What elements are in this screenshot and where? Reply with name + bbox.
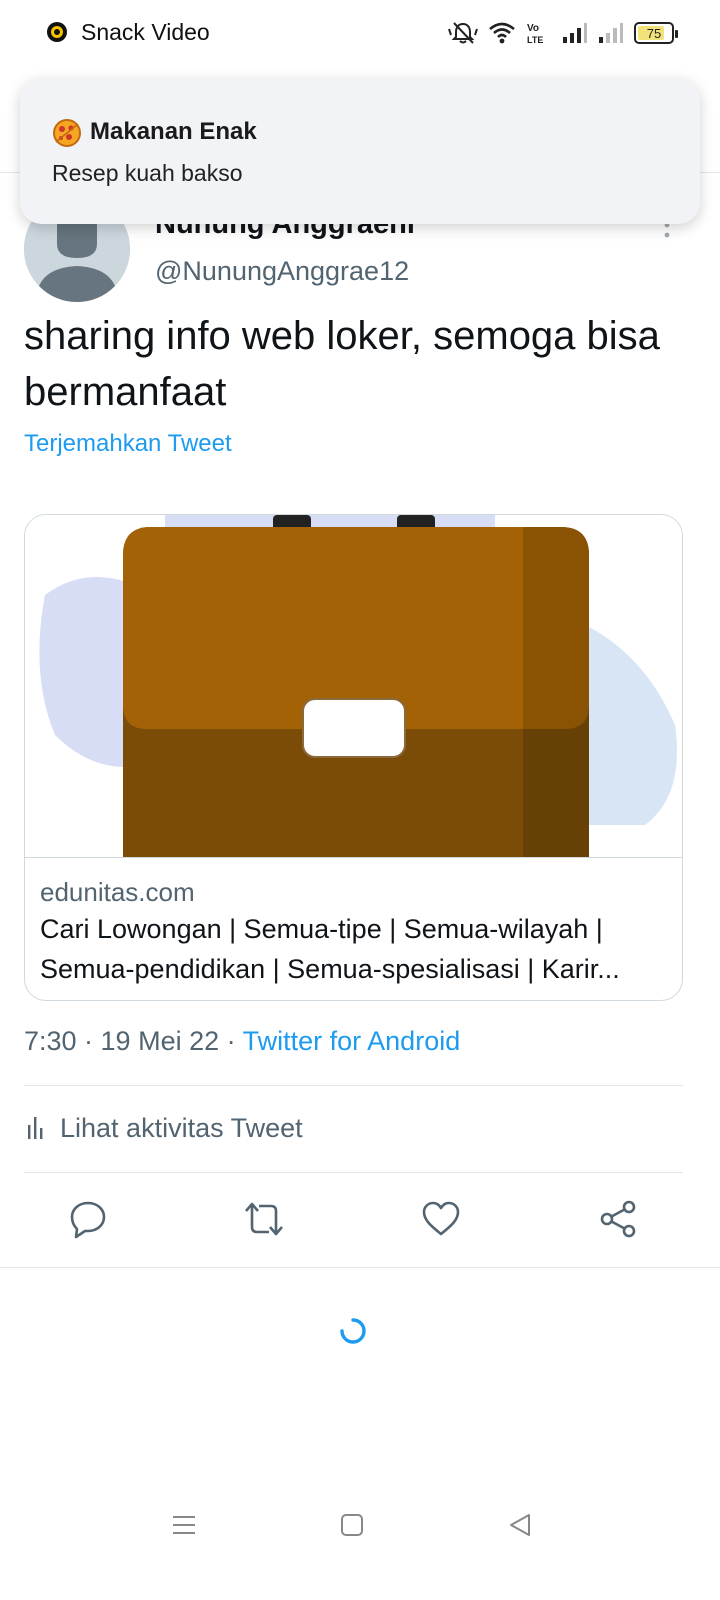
reply-icon (70, 1201, 106, 1239)
translate-tweet-link[interactable]: Terjemahkan Tweet (24, 430, 232, 458)
divider (0, 1267, 720, 1268)
divider (24, 1085, 683, 1086)
reply-button[interactable] (66, 1197, 110, 1241)
briefcase-icon (39, 515, 677, 857)
pizza-emoji-icon (53, 119, 81, 147)
status-icons: Vo LTE 75 (448, 19, 678, 47)
like-button[interactable] (419, 1197, 463, 1241)
link-card[interactable]: edunitas.com Cari Lowongan | Semua-tipe … (24, 514, 683, 1001)
retweet-icon (245, 1202, 283, 1236)
svg-text:Vo: Vo (527, 23, 539, 34)
timestamp-text: 7:30 · 19 Mei 22 · (24, 1026, 243, 1056)
tweet-timestamp: 7:30 · 19 Mei 22 · Twitter for Android (24, 1026, 460, 1057)
notification-body: Resep kuah bakso (52, 160, 243, 186)
loading-spinner-icon (340, 1318, 366, 1344)
tweet-activity-button[interactable]: Lihat aktivitas Tweet (24, 1108, 303, 1148)
tweet-text: sharing info web loker, semoga bisa berm… (24, 314, 660, 414)
card-title: Cari Lowongan | Semua-tipe | Semua-wilay… (40, 914, 620, 984)
menu-icon (173, 1516, 195, 1534)
divider (24, 1172, 683, 1173)
battery-level: 75 (646, 25, 662, 41)
share-icon (600, 1200, 636, 1238)
author-handle[interactable]: @NunungAnggrae12 (155, 256, 409, 287)
analytics-icon (28, 1117, 43, 1139)
notification-title: Makanan Enak (90, 118, 257, 145)
svg-text:LTE: LTE (527, 35, 543, 45)
wifi-icon (489, 22, 515, 44)
retweet-button[interactable] (242, 1197, 286, 1241)
status-app-name: Snack Video (81, 19, 210, 45)
notification-banner[interactable]: Makanan Enak Resep kuah bakso (20, 78, 700, 224)
tweet-source-link[interactable]: Twitter for Android (243, 1026, 461, 1056)
home-icon (341, 1514, 363, 1536)
activity-label: Lihat aktivitas Tweet (60, 1112, 303, 1143)
battery-icon: 75 (634, 22, 678, 44)
back-button[interactable] (500, 1505, 540, 1545)
recent-apps-button[interactable] (164, 1505, 204, 1545)
signal-weak-icon (599, 23, 623, 43)
volte-icon: Vo LTE (527, 23, 543, 45)
snack-video-icon (47, 22, 67, 42)
card-image (25, 515, 682, 858)
signal-icon (563, 23, 587, 43)
home-button[interactable] (332, 1505, 372, 1545)
back-icon (510, 1514, 530, 1536)
card-domain: edunitas.com (40, 877, 195, 907)
share-button[interactable] (596, 1197, 640, 1241)
status-bar: Snack Video Vo LTE 75 (0, 0, 720, 64)
silent-icon (448, 22, 478, 44)
like-icon (422, 1201, 460, 1236)
